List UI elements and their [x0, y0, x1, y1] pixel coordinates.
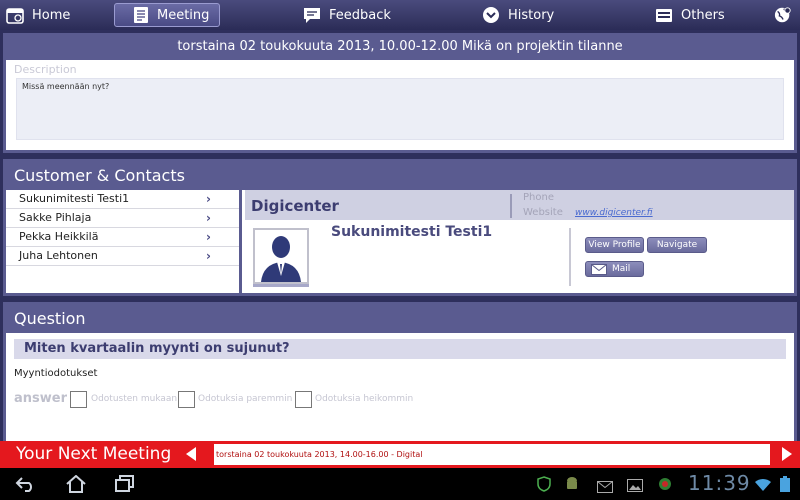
battery-icon	[780, 476, 790, 496]
previous-arrow-icon[interactable]	[186, 447, 196, 461]
question-section-title: Question	[6, 305, 794, 333]
shield-icon	[537, 476, 551, 496]
contacts-panel: Customer & Contacts Sukunimitesti Testi1…	[3, 159, 797, 296]
speech-bubble-icon	[303, 6, 321, 24]
divider	[569, 228, 571, 286]
clock: 11:39	[688, 471, 751, 495]
contact-item[interactable]: Pekka Heikkilä ›	[6, 228, 239, 247]
next-meeting-bar: Your Next Meeting torstaina 02 toukokuut…	[0, 441, 800, 468]
option-checkbox[interactable]	[178, 391, 195, 408]
contact-detail: Digicenter Phone Website www.digicenter.…	[245, 190, 794, 293]
option-checkbox[interactable]	[295, 391, 312, 408]
meeting-panel: torstaina 02 toukokuuta 2013, 10.00-12.0…	[3, 33, 797, 153]
divider	[510, 194, 512, 218]
option-label: Odotusten mukaan	[91, 394, 178, 404]
description-field[interactable]: Missä meennään nyt?	[16, 78, 784, 140]
option-label: Odotuksia paremmin	[198, 394, 293, 404]
description-label: Description	[14, 63, 77, 76]
globe-icon	[774, 6, 792, 24]
question-text: Miten kvartaalin myynti on sujunut?	[14, 339, 786, 359]
chevron-right-icon: ›	[206, 211, 211, 225]
mail-button[interactable]: Mail	[585, 261, 644, 277]
top-nav: Home Meeting Feedback History Others	[0, 0, 800, 30]
nav-feedback[interactable]: Feedback	[303, 3, 391, 27]
folder-icon	[655, 6, 673, 24]
nav-home[interactable]: Home	[6, 3, 70, 27]
nav-history[interactable]: History	[482, 3, 554, 27]
chevron-down-circle-icon	[482, 6, 500, 24]
nav-others-label: Others	[681, 7, 725, 23]
person-silhouette-icon	[261, 236, 301, 282]
question-label: Myyntiodotukset	[14, 368, 98, 379]
answer-row: answer Odotusten mukaan Odotuksia paremm…	[6, 391, 794, 415]
android-icon	[565, 476, 579, 496]
avatar	[253, 228, 309, 284]
nav-feedback-label: Feedback	[329, 7, 391, 23]
home-icon[interactable]	[65, 474, 87, 497]
nav-home-label: Home	[32, 7, 71, 23]
contact-item[interactable]: Sakke Pihlaja ›	[6, 209, 239, 228]
document-icon	[133, 6, 149, 24]
view-profile-button[interactable]: View Profile	[585, 237, 644, 253]
contact-item[interactable]: Juha Lehtonen ›	[6, 247, 239, 266]
calendar-icon	[6, 6, 24, 24]
company-header: Digicenter Phone Website www.digicenter.…	[245, 190, 794, 220]
website-link[interactable]: www.digicenter.fi	[575, 208, 653, 218]
answer-label: answer	[14, 391, 68, 406]
contacts-list: Sukunimitesti Testi1 › Sakke Pihlaja › P…	[6, 190, 242, 293]
globe-settings-button[interactable]	[774, 3, 800, 27]
next-meeting-title: Your Next Meeting	[16, 444, 172, 464]
system-bar: 11:39	[0, 468, 800, 500]
question-panel: Question Miten kvartaalin myynti on suju…	[3, 302, 797, 444]
nav-meeting[interactable]: Meeting	[114, 3, 220, 27]
person-name: Sukunimitesti Testi1	[331, 224, 493, 240]
app-notification-icon	[656, 476, 674, 496]
chevron-right-icon: ›	[206, 249, 211, 263]
envelope-icon	[591, 264, 607, 281]
chevron-right-icon: ›	[206, 192, 211, 206]
navigate-button[interactable]: Navigate	[647, 237, 707, 253]
contacts-section-title: Customer & Contacts	[6, 162, 794, 190]
image-icon	[627, 477, 643, 496]
recent-apps-icon[interactable]	[115, 475, 135, 497]
company-name: Digicenter	[251, 197, 339, 215]
phone-label: Phone	[523, 192, 554, 203]
meeting-title: torstaina 02 toukokuuta 2013, 10.00-12.0…	[6, 36, 794, 60]
nav-meeting-label: Meeting	[157, 7, 210, 23]
next-meeting-text[interactable]: torstaina 02 toukokuuta 2013, 14.00-16.0…	[214, 444, 770, 465]
website-label: Website	[523, 207, 563, 218]
contact-item[interactable]: Sukunimitesti Testi1 ›	[6, 190, 239, 209]
wifi-icon	[754, 477, 772, 496]
next-arrow-icon[interactable]	[782, 447, 792, 461]
nav-history-label: History	[508, 7, 555, 23]
back-icon[interactable]	[15, 476, 37, 496]
chevron-right-icon: ›	[206, 230, 211, 244]
mail-notification-icon	[597, 478, 613, 497]
option-checkbox[interactable]	[70, 391, 87, 408]
option-label: Odotuksia heikommin	[315, 394, 414, 404]
nav-others[interactable]: Others	[655, 3, 725, 27]
